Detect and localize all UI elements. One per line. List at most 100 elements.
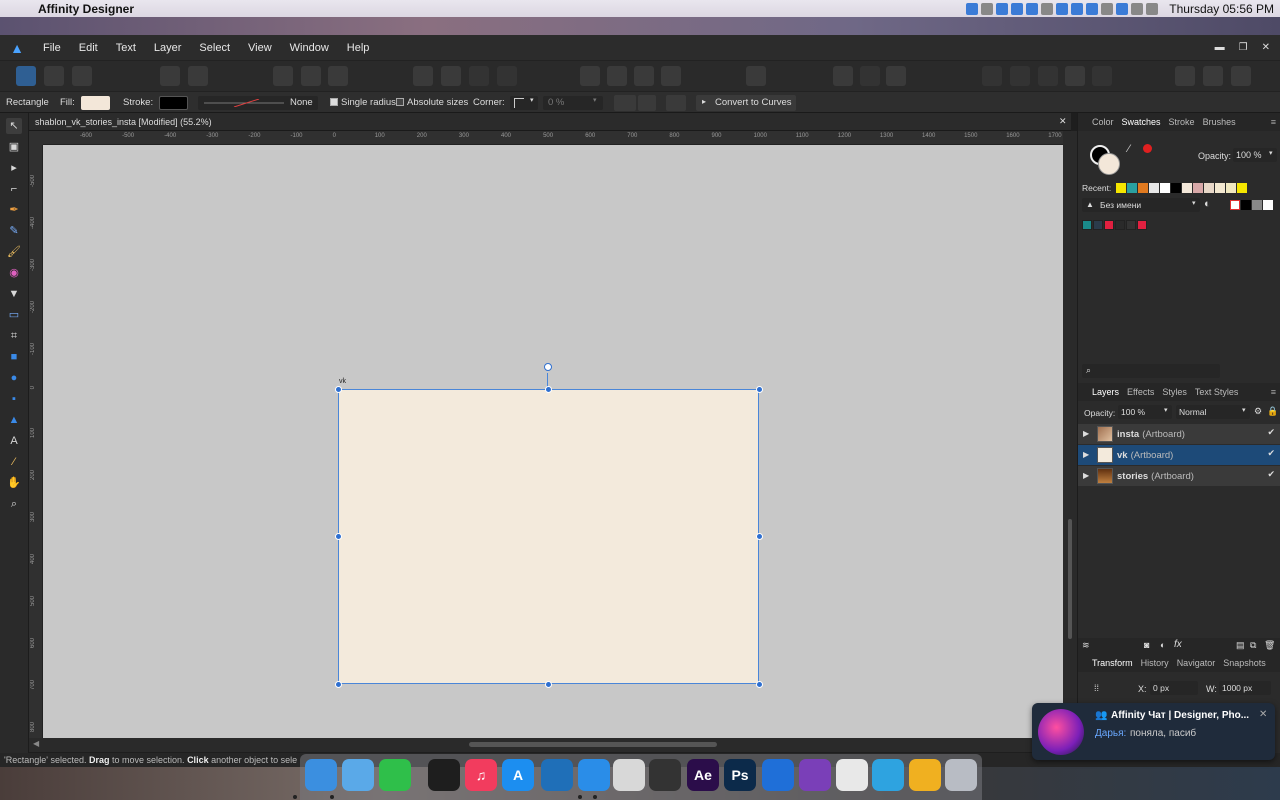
place-image-tool-icon[interactable]: ▭ [6, 307, 22, 323]
vertical-ruler[interactable]: -500 -400 -300 -200 -100 0 100 200 300 400 500 600 7… [29, 145, 43, 738]
resize-handle[interactable] [335, 386, 342, 393]
horizontal-ruler[interactable]: -600 -500 -400 -300 -200 -100 0 100 200 300 400 500… [43, 131, 1063, 145]
recent-swatch[interactable] [1182, 183, 1192, 193]
palette-options-icon[interactable]: ◐ [1204, 198, 1211, 210]
palette-swatch[interactable] [1115, 220, 1125, 230]
grey-swatch[interactable] [1252, 200, 1262, 210]
notification[interactable]: 👥 Affinity Чат | Designer, Pho... ✕ Дарь… [1032, 703, 1275, 760]
color-picker-tool-icon[interactable]: ⁄ [6, 454, 22, 470]
transparency-tool-icon[interactable]: ▼ [6, 286, 22, 302]
dock-app-finder-icon[interactable] [305, 759, 337, 791]
tray-icon[interactable] [1041, 2, 1054, 15]
menu-view[interactable]: View [239, 42, 281, 54]
menu-select[interactable]: Select [190, 42, 239, 54]
document-tab[interactable]: shablon_vk_stories_insta [Modified] (55.… [29, 113, 1071, 131]
dock-app-color-app-icon[interactable] [909, 759, 941, 791]
palette-swatch[interactable] [1082, 220, 1092, 230]
rotate-left-icon[interactable] [634, 66, 654, 86]
black-swatch[interactable] [1241, 200, 1251, 210]
vertical-scrollbar[interactable] [1063, 131, 1077, 738]
fill-tool-icon[interactable]: ◉ [6, 265, 22, 281]
transform-icon[interactable] [301, 66, 321, 86]
scroll-thumb[interactable] [1068, 519, 1072, 639]
panel-menu-icon[interactable]: ≡ [1271, 387, 1276, 397]
convert-to-curves-button[interactable]: ▸ Convert to Curves [696, 95, 796, 111]
tab-history[interactable]: History [1141, 658, 1169, 668]
dock-app-figma-icon[interactable] [428, 759, 460, 791]
recent-swatch[interactable] [1237, 183, 1247, 193]
boolean-divide-icon[interactable] [1092, 66, 1112, 86]
resize-handle[interactable] [756, 386, 763, 393]
resize-handle[interactable] [545, 386, 552, 393]
arrange-front-icon[interactable] [469, 66, 489, 86]
blend-mode-select[interactable]: Normal ▾ [1176, 405, 1250, 419]
adjustment-icon[interactable]: ◐ [1160, 640, 1165, 650]
recent-swatch[interactable] [1215, 183, 1225, 193]
boolean-subtract-icon[interactable] [1010, 66, 1030, 86]
boolean-add-icon[interactable] [982, 66, 1002, 86]
fx-icon[interactable]: fx [1174, 639, 1182, 650]
layer-row-vk[interactable]: ▶ vk (Artboard) ✔ [1078, 445, 1280, 465]
opacity-field[interactable]: 100 % ▾ [1233, 148, 1277, 162]
swatch-search[interactable]: ⌕ [1082, 364, 1220, 378]
stroke-swatch[interactable] [159, 96, 188, 110]
rotate-right-icon[interactable] [661, 66, 681, 86]
dock-app-vscode-icon[interactable] [541, 759, 573, 791]
recent-swatch[interactable] [1116, 183, 1126, 193]
tab-styles[interactable]: Styles [1162, 387, 1187, 397]
layers-opacity-field[interactable]: 100 % ▾ [1118, 405, 1172, 419]
palette-swatch[interactable] [1126, 220, 1136, 230]
dock-app-telegram-icon[interactable] [872, 759, 904, 791]
w-field[interactable]: 1000 px [1219, 681, 1271, 695]
text-tool-icon[interactable]: A [6, 433, 22, 449]
resize-handle[interactable] [545, 681, 552, 688]
visibility-checkbox-icon[interactable]: ✔ [1267, 427, 1275, 438]
snapping-magnet-icon[interactable] [886, 66, 906, 86]
hide-selection-icon[interactable] [638, 95, 656, 111]
node-tool-icon[interactable]: ▸ [6, 160, 22, 176]
ruler-origin[interactable] [29, 131, 43, 145]
horizontal-scrollbar[interactable]: ◀ [29, 738, 1077, 752]
insert-top-icon[interactable] [1231, 66, 1251, 86]
tab-effects[interactable]: Effects [1127, 387, 1154, 397]
expand-triangle-icon[interactable]: ▶ [1083, 471, 1089, 480]
dock-app-facetime-icon[interactable] [379, 759, 411, 791]
artboard-vk[interactable] [338, 389, 759, 684]
insert-behind-icon[interactable] [1203, 66, 1223, 86]
recent-swatch[interactable] [1204, 183, 1214, 193]
pen-tool-icon[interactable]: ✒ [6, 202, 22, 218]
transform-origin-icon[interactable] [614, 95, 636, 111]
visibility-checkbox-icon[interactable]: ✔ [1267, 448, 1275, 459]
snap-grid-icon[interactable] [833, 66, 853, 86]
duplicate-layer-icon[interactable]: ⧉ [1250, 640, 1256, 651]
snap-toggle-icon[interactable] [860, 66, 880, 86]
boolean-intersect-icon[interactable] [1038, 66, 1058, 86]
sizing-icon[interactable] [666, 95, 686, 111]
recent-swatch[interactable] [1226, 183, 1236, 193]
recent-swatch[interactable] [1127, 183, 1137, 193]
menu-text[interactable]: Text [107, 42, 145, 54]
tray-icon[interactable] [1086, 2, 1099, 15]
absolute-sizes-checkbox[interactable]: Absolute sizes [396, 97, 468, 108]
recent-swatch[interactable] [1171, 183, 1181, 193]
palette-select[interactable]: ▲ Без имени ▾ [1082, 198, 1200, 212]
pixel-persona-icon[interactable] [44, 66, 64, 86]
tab-snapshots[interactable]: Snapshots [1223, 658, 1266, 668]
tray-icon[interactable] [1101, 2, 1114, 15]
battery-icon[interactable] [1146, 2, 1159, 15]
stroke-style-select[interactable]: None [198, 96, 318, 110]
recent-swatch[interactable] [1193, 183, 1203, 193]
zoom-tool-icon[interactable]: ⌕ [6, 496, 22, 512]
wifi-icon[interactable] [1131, 2, 1144, 15]
rotate-icon[interactable] [328, 66, 348, 86]
trash-icon[interactable]: 🗑 [1264, 640, 1275, 651]
tray-icon[interactable] [996, 2, 1009, 15]
snapping-options-icon[interactable] [188, 66, 208, 86]
tray-icon[interactable] [1071, 2, 1084, 15]
resize-handle[interactable] [335, 533, 342, 540]
ellipse-tool-icon[interactable]: ● [6, 370, 22, 386]
dock-app-trash-icon[interactable] [945, 759, 977, 791]
close-icon[interactable]: ✕ [1259, 709, 1267, 720]
layer-row-stories[interactable]: ▶ stories (Artboard) ✔ [1078, 466, 1280, 486]
dock-app-after-effects-icon[interactable]: Ae [687, 759, 719, 791]
